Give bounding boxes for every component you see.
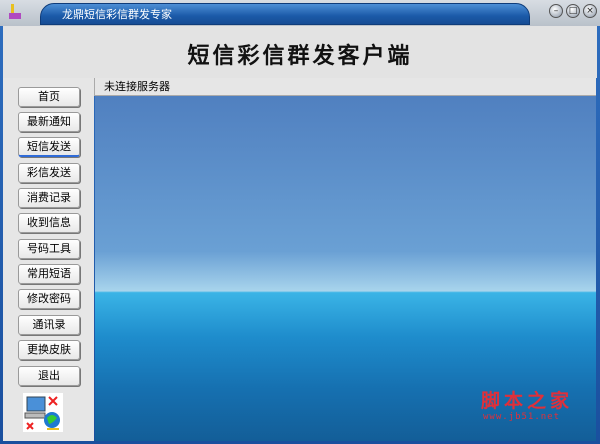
- window-title: 龙鼎短信彩信群发专家: [62, 8, 172, 21]
- network-disconnected-icon: [23, 393, 63, 432]
- sidebar: 首页 最新通知 短信发送 彩信发送 消费记录 收到信息 号码工具 常用短语 修改…: [3, 78, 94, 441]
- nav-exit[interactable]: 退出: [18, 366, 80, 386]
- nav-latest-notice[interactable]: 最新通知: [18, 112, 80, 132]
- nav-change-skin[interactable]: 更换皮肤: [18, 340, 80, 360]
- nav-mms-send[interactable]: 彩信发送: [18, 163, 80, 183]
- nav-common-phrases[interactable]: 常用短语: [18, 264, 80, 284]
- header: 短信彩信群发客户端: [3, 26, 597, 78]
- minimize-button[interactable]: –: [549, 4, 563, 18]
- nav-consumption-records[interactable]: 消费记录: [18, 188, 80, 208]
- watermark-logo: 脚本之家: [481, 390, 574, 412]
- maximize-button[interactable]: □: [566, 4, 580, 18]
- nav-change-password[interactable]: 修改密码: [18, 289, 80, 309]
- background-sea-image: 脚本之家 www.jb51.net: [95, 96, 596, 441]
- nav-contacts[interactable]: 通讯录: [18, 315, 80, 335]
- title-bar[interactable]: 龙鼎短信彩信群发专家 – □ ×: [0, 0, 600, 26]
- app-window: 龙鼎短信彩信群发专家 – □ × 短信彩信群发客户端 首页 最新通知 短信发送 …: [0, 0, 600, 444]
- connection-status: 未连接服务器: [94, 78, 596, 96]
- app-heading: 短信彩信群发客户端: [187, 43, 413, 69]
- watermark-url: www.jb51.net: [483, 412, 561, 422]
- nav-sms-send[interactable]: 短信发送: [18, 137, 80, 157]
- nav-received-messages[interactable]: 收到信息: [18, 213, 80, 233]
- close-button[interactable]: ×: [583, 4, 597, 18]
- nav-home[interactable]: 首页: [18, 87, 80, 107]
- app-icon: [8, 4, 22, 20]
- nav-number-tools[interactable]: 号码工具: [18, 239, 80, 259]
